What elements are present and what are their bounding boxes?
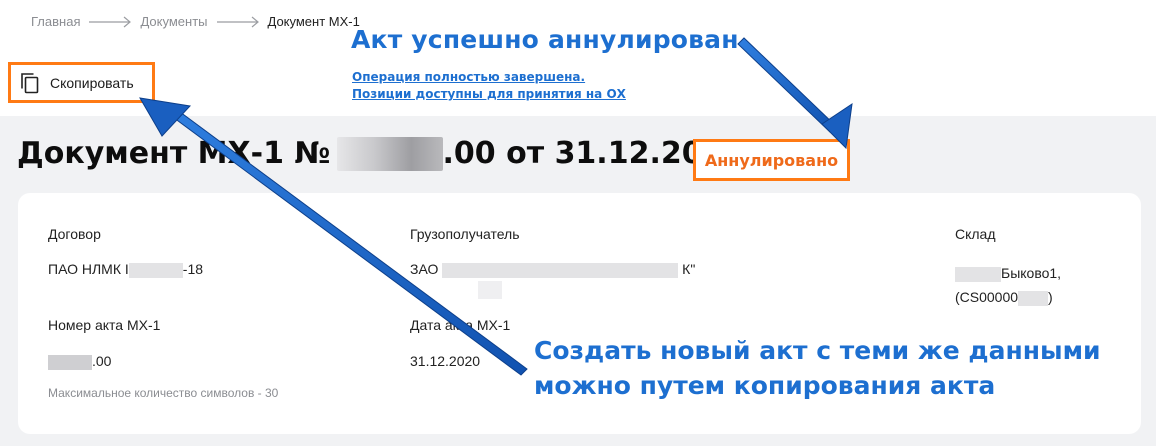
annotation-status-line1: Операция полностью завершена. [352,70,586,84]
copy-icon [21,72,39,93]
annotation-status-line2: Позиции доступны для принятия на ОХ [352,87,626,101]
annotation-status-details: Операция полностью завершена. Позиции до… [352,69,626,103]
breadcrumb-home[interactable]: Главная [31,14,80,29]
copy-button-label: Скопировать [50,74,134,91]
act-date-value[interactable]: 31.12.2020 [410,353,480,369]
top-bar: Главная Документы Документ МХ-1 Скопиров… [0,0,1156,116]
redacted-text [478,281,502,299]
page-title-prefix: Документ МХ-1 № [17,136,331,171]
contract-value: ПАО НЛМК I -18 [48,261,203,278]
warehouse-value-line2-start: (CS00000 [955,289,1019,305]
act-date-label: Дата акта МХ-1 [410,317,511,333]
redacted-text [48,354,92,370]
redacted-text [128,262,183,278]
page-title: Документ МХ-1 № .00 от 31.12.2020 [17,136,744,171]
breadcrumb: Главная Документы Документ МХ-1 [31,14,360,29]
act-number-hint: Максимальное количество символов - 30 [48,386,279,400]
contract-value-end: -18 [182,261,204,277]
annotation-status-title: Акт успешно аннулирован [351,25,739,54]
consignee-label: Грузополучатель [410,226,520,242]
arrow-right-icon [89,16,132,27]
consignee-value: ЗАО К" [410,261,695,278]
annotation-copy-line1: Создать новый акт с теми же данными [534,336,1101,365]
contract-value-start: ПАО НЛМК I [48,261,129,277]
redacted-number [336,136,443,171]
act-number-label: Номер акта МХ-1 [48,317,161,333]
breadcrumb-current: Документ МХ-1 [267,14,360,29]
breadcrumb-documents[interactable]: Документы [140,14,207,29]
consignee-value-start: ЗАО [410,261,439,277]
warehouse-label: Склад [955,226,996,242]
status-badge: Аннулировано [693,139,850,181]
contract-label: Договор [48,226,101,242]
redacted-text [1018,290,1049,306]
arrow-right-icon [216,16,259,27]
act-number-value[interactable]: .00 [48,353,111,370]
warehouse-value-line2-end: ) [1048,289,1053,305]
copy-button[interactable]: Скопировать [8,62,155,103]
consignee-value-end: К" [682,261,696,277]
annotation-copy-hint: Создать новый акт с теми же данными можн… [534,333,1101,403]
act-number-value-end: .00 [92,353,112,369]
annotation-copy-line2: можно путем копирования акта [534,371,996,400]
redacted-text [442,262,679,278]
warehouse-value: Быково1, (CS00000) [955,261,1061,309]
warehouse-value-line1: Быково1, [1001,265,1062,281]
redacted-text [955,266,1001,282]
